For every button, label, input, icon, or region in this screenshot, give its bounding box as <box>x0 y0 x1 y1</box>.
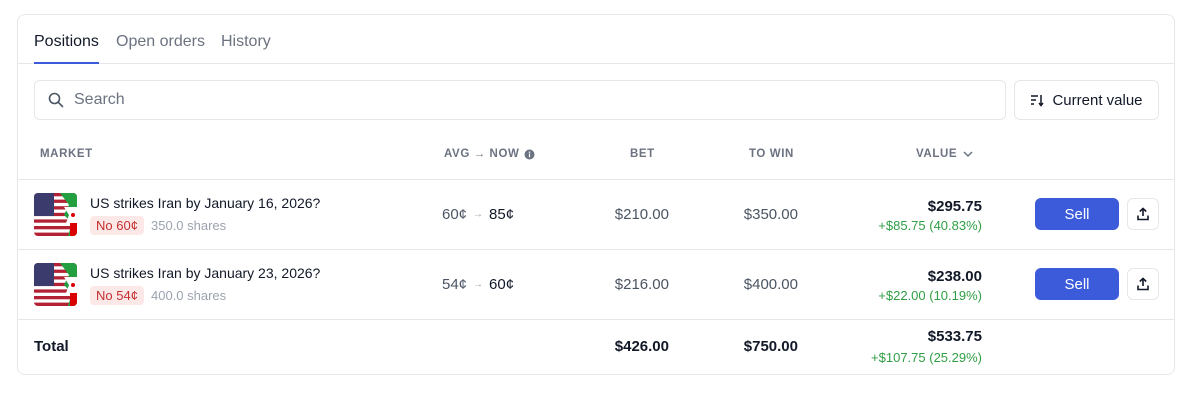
current-value: $295.75 <box>927 198 982 215</box>
avg-now-cell: 60¢ → 85¢ <box>442 206 514 223</box>
position-side-badge: No 60¢ <box>90 216 144 235</box>
total-profit-loss: +$107.75 (25.29%) <box>871 350 982 365</box>
share-button[interactable] <box>1127 198 1159 230</box>
now-price: 85¢ <box>489 206 515 223</box>
sell-button[interactable]: Sell <box>1035 198 1119 230</box>
market-title[interactable]: US strikes Iran by January 16, 2026? <box>90 195 320 211</box>
now-price: 60¢ <box>489 276 515 293</box>
bet-amount: $216.00 <box>614 276 669 293</box>
column-avg-now: AVG → NOW <box>444 148 535 160</box>
column-value-label: VALUE <box>916 148 958 160</box>
info-icon[interactable] <box>524 149 535 160</box>
shares-count: 350.0 shares <box>151 218 227 233</box>
total-bet: $426.00 <box>614 338 669 355</box>
total-value: $533.75 <box>927 328 982 345</box>
column-market: MARKET <box>40 148 93 160</box>
current-value: $238.00 <box>927 268 982 285</box>
sort-label: Current value <box>1052 91 1143 109</box>
total-label: Total <box>34 338 69 355</box>
sort-current-value-button[interactable]: Current value <box>1014 80 1159 120</box>
total-to-win: $750.00 <box>743 338 798 355</box>
arrow-right-icon: → <box>473 279 484 290</box>
profit-loss: +$85.75 (40.83%) <box>878 218 982 233</box>
sell-button[interactable]: Sell <box>1035 268 1119 300</box>
table-row: US strikes Iran by January 16, 2026? No … <box>18 180 1174 250</box>
to-win-amount: $400.00 <box>743 276 798 293</box>
search-input[interactable] <box>74 91 954 109</box>
shares-count: 400.0 shares <box>151 288 227 303</box>
share-button[interactable] <box>1127 268 1159 300</box>
tab-open-orders[interactable]: Open orders <box>116 33 205 64</box>
search-box[interactable] <box>34 80 1006 120</box>
to-win-amount: $350.00 <box>743 206 798 223</box>
positions-card: Positions Open orders History Current va… <box>17 14 1175 375</box>
column-avg-now-label: AVG → NOW <box>444 148 520 160</box>
tab-history[interactable]: History <box>221 33 271 64</box>
chevron-down-icon <box>963 151 973 158</box>
avg-price: 54¢ <box>442 276 468 293</box>
avg-now-cell: 54¢ → 60¢ <box>442 276 514 293</box>
divider <box>18 319 1174 320</box>
search-icon <box>48 92 64 108</box>
arrow-right-icon: → <box>473 209 484 220</box>
column-bet: BET <box>630 148 655 160</box>
share-icon <box>1137 277 1149 291</box>
tab-bar: Positions Open orders History <box>18 15 1174 64</box>
market-flag-image <box>34 193 77 236</box>
profit-loss: +$22.00 (10.19%) <box>878 288 982 303</box>
table-row: US strikes Iran by January 23, 2026? No … <box>18 250 1174 320</box>
market-flag-image <box>34 263 77 306</box>
column-value[interactable]: VALUE <box>916 148 974 160</box>
sort-icon <box>1031 95 1045 107</box>
position-side-badge: No 54¢ <box>90 286 144 305</box>
column-to-win: TO WIN <box>749 148 794 160</box>
share-icon <box>1137 207 1149 221</box>
tab-positions[interactable]: Positions <box>34 33 99 64</box>
bet-amount: $210.00 <box>614 206 669 223</box>
avg-price: 60¢ <box>442 206 468 223</box>
market-title[interactable]: US strikes Iran by January 23, 2026? <box>90 265 320 281</box>
